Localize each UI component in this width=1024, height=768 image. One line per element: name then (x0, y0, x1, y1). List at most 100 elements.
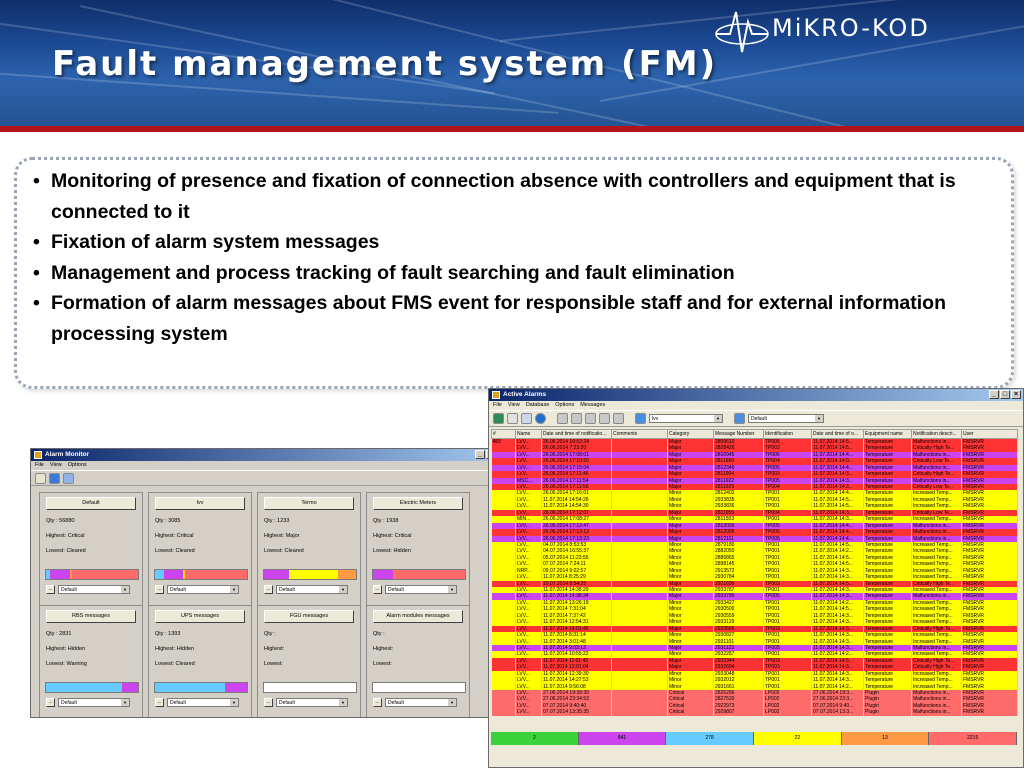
save-icon[interactable] (585, 413, 596, 424)
alarm-panel: FGU messages Qty : Highest: Lowest:... Defau… (257, 605, 361, 717)
panel-group-button[interactable]: Electric Meters (373, 497, 463, 510)
panel-filter-select[interactable]: Default ▼ (58, 698, 130, 707)
panel-highest: Highest: Hidden (155, 646, 195, 652)
panel-highest: Highest: Critical (46, 533, 85, 539)
info-icon[interactable] (535, 413, 546, 424)
export-icon[interactable] (599, 413, 610, 424)
excel-icon[interactable] (493, 413, 504, 424)
minimize-button[interactable]: _ (989, 390, 999, 399)
panel-filter-select[interactable]: Default ▼ (167, 698, 239, 707)
active-alarms-titlebar[interactable]: Active Alarms _ □ × (489, 389, 1023, 401)
filter-select[interactable]: Default ▼ (748, 414, 824, 423)
print-icon[interactable] (557, 413, 568, 424)
menu-view[interactable]: View (50, 461, 62, 470)
panel-group-button[interactable]: Termo (264, 497, 354, 510)
table-cell: Malfunctions in... (911, 438, 962, 446)
close-button[interactable]: × (1011, 390, 1021, 399)
alarm-panel: Alarm modules messages Qty : Highest: Lowes… (366, 605, 470, 717)
column-header[interactable]: Comments (611, 429, 668, 439)
severity-segment (288, 570, 338, 579)
panel-group-button[interactable]: lvv (155, 497, 245, 510)
menu-options[interactable]: Options (68, 461, 87, 470)
chevron-down-icon: ▼ (339, 699, 347, 706)
severity-segment (264, 570, 289, 579)
column-header[interactable]: Date and time of o... (811, 429, 864, 439)
menu-file[interactable]: File (493, 401, 502, 410)
table-cell: Malfunctions in... (911, 709, 962, 716)
status-count: 22 (754, 732, 842, 745)
alarm-table: # Name Date and time of notificatio... Comm… (491, 429, 1018, 716)
column-header[interactable]: User (961, 429, 1018, 439)
menu-options[interactable]: Options (555, 401, 574, 410)
alarm-monitor-titlebar[interactable]: Alarm Monitor _ □ × (31, 449, 509, 461)
panel-group-button[interactable]: FGU messages (264, 610, 354, 623)
table-cell (611, 709, 668, 716)
print-preview-icon[interactable] (571, 413, 582, 424)
panel-filter-select[interactable]: Default ▼ (385, 585, 457, 594)
table-row[interactable]: 483 LVV... 26.06.2014 16:53:24 Major 2809610… (491, 438, 1018, 446)
alarm-monitor-window: Alarm Monitor _ □ × File View Options De… (30, 448, 510, 718)
column-header[interactable]: Message Number (713, 429, 764, 439)
column-header[interactable]: Name (515, 429, 542, 439)
panel-more-button[interactable]: ... (46, 698, 55, 707)
panel-more-button[interactable]: ... (264, 698, 273, 707)
column-header[interactable]: # (491, 429, 516, 439)
menu-database[interactable]: Database (526, 401, 550, 410)
settings-icon[interactable] (613, 413, 624, 424)
view-icon[interactable] (63, 472, 74, 484)
panel-highest: Highest: Hidden (46, 646, 86, 652)
panel-severity-bar (45, 682, 139, 693)
column-header[interactable]: Category (667, 429, 714, 439)
menu-view[interactable]: View (508, 401, 520, 410)
mail-icon[interactable] (521, 413, 532, 424)
group-select[interactable]: lvv ▼ (649, 414, 723, 423)
column-header[interactable]: Identification (763, 429, 812, 439)
alarm-panel: RBS messages Qty : 2831 Highest: Hidden Low… (39, 605, 143, 717)
panel-filter-select[interactable]: Default ▼ (276, 585, 348, 594)
refresh-icon[interactable] (734, 413, 745, 424)
chevron-down-icon: ▼ (339, 586, 347, 593)
bullet-item: Monitoring of presence and fixation of c… (31, 166, 1001, 227)
filter-select-value: Default (751, 416, 767, 422)
alarm-monitor-menubar: File View Options (31, 461, 509, 470)
column-header[interactable]: Equipment name (863, 429, 912, 439)
panel-group-button[interactable]: UPS messages (155, 610, 245, 623)
column-header[interactable]: Notification descri... (911, 429, 962, 439)
menu-file[interactable]: File (35, 461, 44, 470)
severity-segment (224, 683, 247, 692)
status-count: 13 (841, 732, 930, 745)
panel-filter-select[interactable]: Default ▼ (385, 698, 457, 707)
menu-messages[interactable]: Messages (580, 401, 605, 410)
column-header[interactable]: Date and time of notificatio... (541, 429, 612, 439)
refresh-icon[interactable] (49, 472, 60, 484)
table-cell: Critically High Te... (911, 471, 962, 478)
table-row[interactable]: LVV... 07.07.2014 13:35:35 Critical 2929807… (491, 709, 1018, 716)
panel-filter-select[interactable]: Default ▼ (167, 585, 239, 594)
severity-segment (71, 570, 138, 579)
panel-more-button[interactable]: ... (155, 698, 164, 707)
panel-more-button[interactable]: ... (264, 585, 273, 594)
logo-text: MiKRO-KOD (772, 14, 930, 42)
bullet-item: Management and process tracking of fault… (31, 258, 1001, 289)
panel-group-button[interactable]: RBS messages (46, 610, 136, 623)
table-cell: 07.07.2014 13:35:35 (541, 709, 612, 716)
panel-group-button[interactable]: Default (46, 497, 136, 510)
severity-segment (337, 570, 356, 579)
minimize-button[interactable]: _ (475, 450, 485, 459)
panel-more-button[interactable]: ... (46, 585, 55, 594)
slide: Fault management system (FM) MiKRO-KOD M… (0, 0, 1024, 768)
panel-more-button[interactable]: ... (373, 585, 382, 594)
table-cell: Critical (667, 709, 714, 716)
header-banner: Fault management system (FM) MiKRO-KOD (0, 0, 1024, 132)
settings-icon[interactable] (35, 472, 46, 484)
panel-filter-select[interactable]: Default ▼ (276, 698, 348, 707)
filter-icon[interactable] (635, 413, 646, 424)
panel-filter-select[interactable]: Default ▼ (58, 585, 130, 594)
panel-group-button[interactable]: Alarm modules messages (373, 610, 463, 623)
panel-lowest: Lowest: Cleared (155, 548, 195, 554)
panel-more-button[interactable]: ... (373, 698, 382, 707)
maximize-button[interactable]: □ (1000, 390, 1010, 399)
severity-segment (185, 570, 247, 579)
panel-more-button[interactable]: ... (155, 585, 164, 594)
close-doc-icon[interactable] (507, 413, 518, 424)
